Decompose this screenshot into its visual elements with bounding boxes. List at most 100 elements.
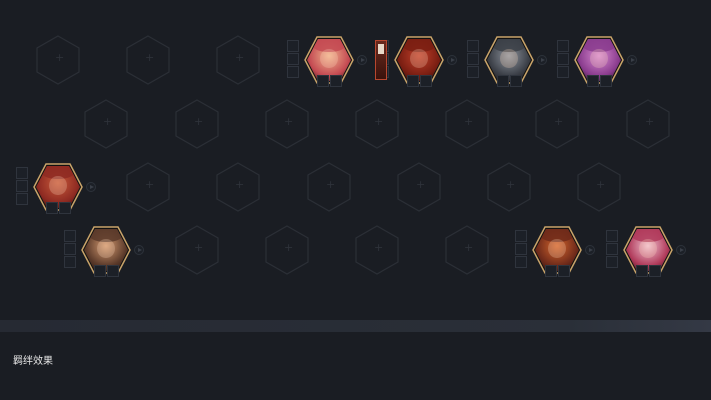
item-slot[interactable] (59, 202, 71, 214)
item-slot-column (557, 40, 569, 79)
plus-icon: + (464, 115, 474, 128)
item-slot[interactable] (497, 75, 509, 87)
expand-arrow-icon[interactable] (585, 245, 595, 255)
expand-arrow-icon[interactable] (447, 55, 457, 65)
item-slot[interactable] (94, 265, 106, 277)
expand-arrow-icon[interactable] (134, 245, 144, 255)
item-slot[interactable] (467, 40, 479, 52)
item-slot[interactable] (587, 75, 599, 87)
item-slot-column (606, 230, 618, 269)
empty-hex-slot[interactable]: + (353, 224, 401, 276)
expand-arrow-icon[interactable] (86, 182, 96, 192)
item-slot[interactable] (600, 75, 612, 87)
empty-hex-slot[interactable]: + (263, 98, 311, 150)
item-slot[interactable] (16, 180, 28, 192)
item-slot-row (497, 75, 522, 88)
item-slot[interactable] (46, 202, 58, 214)
plus-icon: + (55, 51, 65, 64)
expand-arrow-icon[interactable] (627, 55, 637, 65)
item-slot-row (317, 75, 342, 88)
traits-panel: 羁绊效果 (0, 332, 711, 400)
item-slot[interactable] (557, 53, 569, 65)
empty-hex-slot[interactable]: + (214, 161, 262, 213)
item-slot-row (636, 265, 661, 278)
empty-hex-slot[interactable]: + (124, 34, 172, 86)
item-slot[interactable] (467, 66, 479, 78)
equipped-item-icon[interactable] (375, 40, 387, 80)
item-slot[interactable] (64, 256, 76, 268)
plus-icon: + (194, 115, 204, 128)
plus-icon: + (554, 115, 564, 128)
plus-icon: + (374, 115, 384, 128)
plus-icon: + (284, 241, 294, 254)
plus-icon: + (464, 241, 474, 254)
item-slot-row (587, 75, 612, 88)
item-slot[interactable] (407, 75, 419, 87)
empty-hex-slot[interactable]: + (353, 98, 401, 150)
item-slot-row (407, 75, 432, 88)
item-slot[interactable] (557, 66, 569, 78)
plus-icon: + (326, 178, 336, 191)
item-slot[interactable] (420, 75, 432, 87)
empty-hex-slot[interactable]: + (173, 224, 221, 276)
empty-hex-slot[interactable]: + (124, 161, 172, 213)
empty-hex-slot[interactable]: + (82, 98, 130, 150)
plus-icon: + (145, 178, 155, 191)
item-slot[interactable] (636, 265, 648, 277)
item-slot[interactable] (16, 167, 28, 179)
plus-icon: + (145, 51, 155, 64)
empty-hex-slot[interactable]: + (305, 161, 353, 213)
empty-hex-slot[interactable]: + (485, 161, 533, 213)
expand-arrow-icon[interactable] (357, 55, 367, 65)
plus-icon: + (645, 115, 655, 128)
empty-hex-slot[interactable]: + (263, 224, 311, 276)
item-slot-column (287, 40, 299, 79)
item-slot[interactable] (649, 265, 661, 277)
item-slot[interactable] (515, 230, 527, 242)
item-slot[interactable] (107, 265, 119, 277)
plus-icon: + (374, 241, 384, 254)
plus-icon: + (506, 178, 516, 191)
item-slot-row (94, 265, 119, 278)
item-slot[interactable] (287, 53, 299, 65)
empty-hex-slot[interactable]: + (34, 34, 82, 86)
empty-hex-slot[interactable]: + (533, 98, 581, 150)
item-slot[interactable] (467, 53, 479, 65)
plus-icon: + (235, 178, 245, 191)
plus-icon: + (194, 241, 204, 254)
plus-icon: + (235, 51, 245, 64)
expand-arrow-icon[interactable] (676, 245, 686, 255)
item-slot[interactable] (510, 75, 522, 87)
item-slot[interactable] (317, 75, 329, 87)
item-slot[interactable] (606, 243, 618, 255)
item-slot[interactable] (606, 256, 618, 268)
item-slot[interactable] (515, 256, 527, 268)
item-slot[interactable] (287, 40, 299, 52)
empty-hex-slot[interactable]: + (395, 161, 443, 213)
item-slot[interactable] (330, 75, 342, 87)
item-slot[interactable] (606, 230, 618, 242)
empty-hex-slot[interactable]: + (575, 161, 623, 213)
item-slot-column (64, 230, 76, 269)
plus-icon: + (416, 178, 426, 191)
item-slot[interactable] (64, 230, 76, 242)
item-slot-row (545, 265, 570, 278)
item-slot[interactable] (515, 243, 527, 255)
empty-hex-slot[interactable]: + (173, 98, 221, 150)
item-slot-column (16, 167, 28, 206)
empty-hex-slot[interactable]: + (214, 34, 262, 86)
item-slot-row (46, 202, 71, 215)
item-slot[interactable] (64, 243, 76, 255)
empty-hex-slot[interactable]: + (443, 98, 491, 150)
expand-arrow-icon[interactable] (537, 55, 547, 65)
empty-hex-slot[interactable]: + (624, 98, 672, 150)
item-slot-column (467, 40, 479, 79)
item-slot[interactable] (545, 265, 557, 277)
empty-hex-slot[interactable]: + (443, 224, 491, 276)
game-board: + + + + + + + + + + + + + + + + + + + + (0, 0, 711, 320)
panel-divider (0, 320, 711, 332)
item-slot[interactable] (287, 66, 299, 78)
item-slot[interactable] (16, 193, 28, 205)
item-slot[interactable] (558, 265, 570, 277)
item-slot[interactable] (557, 40, 569, 52)
